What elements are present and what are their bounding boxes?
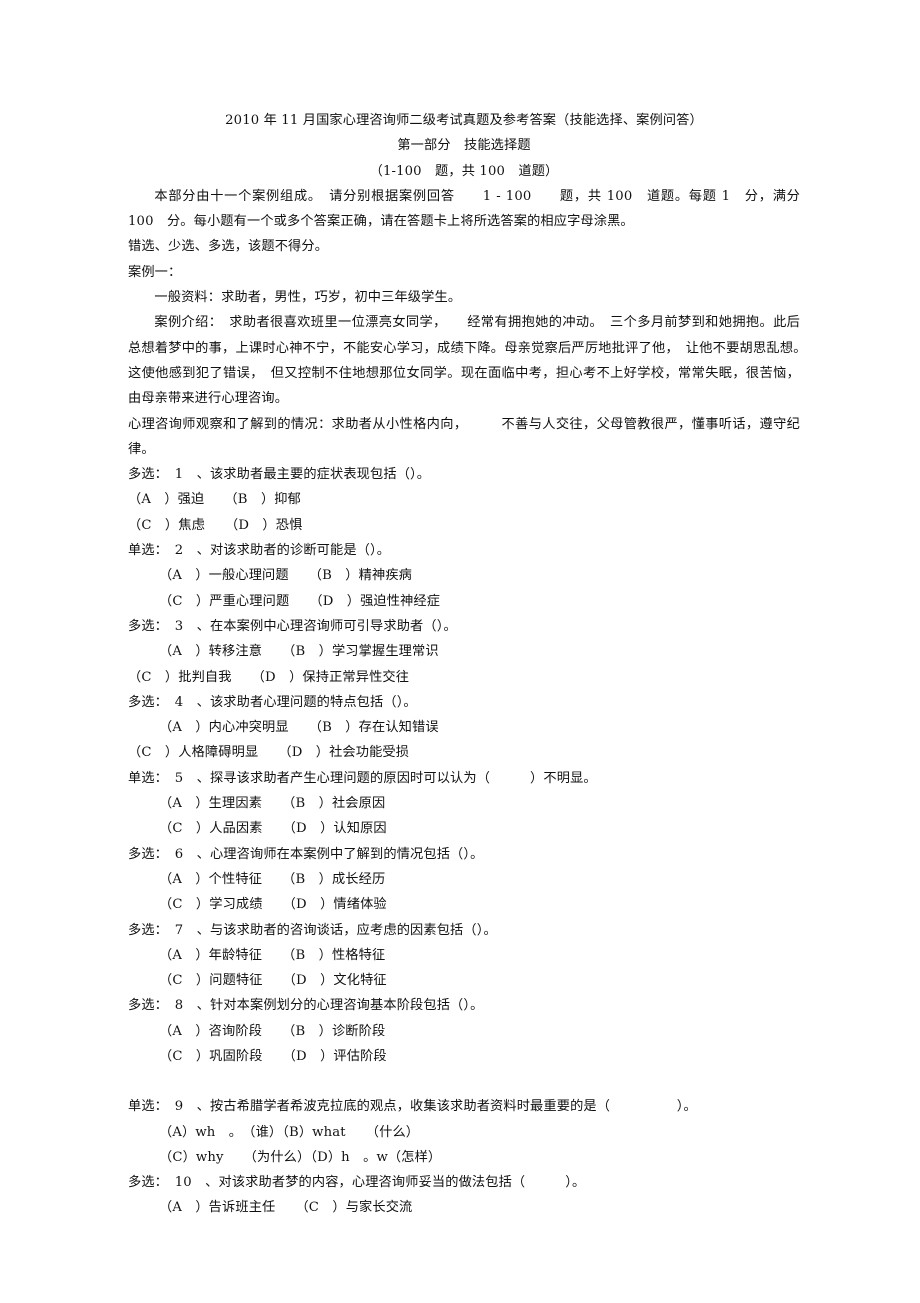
- question-stem-10: 多选： 10 、对该求助者梦的内容，心理咨询师妥当的做法包括（ ）。: [128, 1175, 586, 1191]
- section-question-range: （1-100 题，共 100 道题）: [369, 163, 559, 179]
- question-2-option-row-2[interactable]: （C ）严重心理问题 （D ）强迫性神经症: [128, 589, 800, 614]
- question-stem-8: 多选： 8 、针对本案例划分的心理咨询基本阶段包括（）。: [128, 998, 484, 1014]
- question-stem-9: 单选： 9 、按古希腊学者希波克拉底的观点，收集该求助者资料时最重要的是（ ）。: [128, 1099, 697, 1115]
- question-5-option-row-2[interactable]: （C ）人品因素 （D ）认知原因: [128, 816, 800, 841]
- question-stem-7: 多选： 7 、与该求助者的咨询谈话，应考虑的因素包括（）。: [128, 922, 497, 938]
- case-general-info: 一般资料：求助者，男性，巧岁，初中三年级学生。: [154, 290, 462, 306]
- instructions-paragraph-1: 本部分由十一个案例组成。 请分别根据案例回答 1 - 100 题，共 100 道…: [128, 188, 805, 230]
- section-heading: 第一部分 技能选择题: [397, 138, 531, 154]
- document-body: 2010 年 11 月国家心理咨询师二级考试真题及参考答案（技能选择、案例问答）…: [128, 108, 800, 1221]
- instructions-paragraph-2: 错选、少选、多选，该题不得分。: [128, 239, 329, 255]
- document-title: 2010 年 11 月国家心理咨询师二级考试真题及参考答案（技能选择、案例问答）: [225, 113, 703, 128]
- document-page: 2010 年 11 月国家心理咨询师二级考试真题及参考答案（技能选择、案例问答）…: [0, 0, 920, 1303]
- question-3-option-row-1[interactable]: （A ）转移注意 （B ）学习掌握生理常识: [128, 639, 800, 664]
- question-4-option-row-2[interactable]: （C ）人格障碍明显 （D ）社会功能受损: [128, 740, 800, 765]
- question-1-option-row-1[interactable]: （A ）强迫 （B ）抑郁: [128, 487, 800, 512]
- question-3-option-row-2[interactable]: （C ）批判自我 （D ）保持正常异性交往: [128, 665, 800, 690]
- question-10-option-row-1[interactable]: （A ）告诉班主任 （C ）与家长交流: [128, 1195, 800, 1220]
- question-8-option-row-1[interactable]: （A ）咨询阶段 （B ）诊断阶段: [128, 1019, 800, 1044]
- case-introduction: 案例介绍： 求助者很喜欢班里一位漂亮女同学， 经常有拥抱她的冲动。 三个多月前梦…: [128, 315, 814, 407]
- question-6-option-row-2[interactable]: （C ）学习成绩 （D ）情绪体验: [128, 892, 800, 917]
- question-stem-3: 多选： 3 、在本案例中心理咨询师可引导求助者（）。: [128, 618, 457, 634]
- question-7-option-row-1[interactable]: （A ）年龄特征 （B ）性格特征: [128, 943, 800, 968]
- question-8-option-row-2[interactable]: （C ）巩固阶段 （D ）评估阶段: [128, 1044, 800, 1069]
- question-6-option-row-1[interactable]: （A ）个性特征 （B ）成长经历: [128, 867, 800, 892]
- question-2-option-row-1[interactable]: （A ）一般心理问题 （B ）精神疾病: [128, 563, 800, 588]
- question-5-option-row-1[interactable]: （A ）生理因素 （B ）社会原因: [128, 791, 800, 816]
- question-stem-1: 多选： 1 、该求助者最主要的症状表现包括（）。: [128, 467, 431, 483]
- question-stem-6: 多选： 6 、心理咨询师在本案例中了解到的情况包括（）。: [128, 846, 484, 862]
- case-label: 案例一：: [128, 264, 182, 280]
- question-7-option-row-2[interactable]: （C ）问题特征 （D ）文化特征: [128, 968, 800, 993]
- question-9-option-row-2[interactable]: （C）why （为什么）（D）h 。w（怎样）: [128, 1145, 800, 1170]
- case-counselor-observation: 心理咨询师观察和了解到的情况：求助者从小性格内向， 不善与人交往，父母管教很严，…: [128, 416, 800, 457]
- question-1-option-row-2[interactable]: （C ）焦虑 （D ）恐惧: [128, 513, 800, 538]
- question-4-option-row-1[interactable]: （A ）内心冲突明显 （B ）存在认知错误: [128, 715, 800, 740]
- question-stem-5: 单选： 5 、探寻该求助者产生心理问题的原因时可以认为（ ）不明显。: [128, 770, 597, 786]
- question-stem-2: 单选： 2 、对该求助者的诊断可能是（）。: [128, 543, 391, 559]
- question-9-option-row-1[interactable]: （A）wh 。 （谁）（B）what （什么）: [128, 1120, 800, 1145]
- question-stem-4: 多选： 4 、该求助者心理问题的特点包括（）。: [128, 694, 417, 710]
